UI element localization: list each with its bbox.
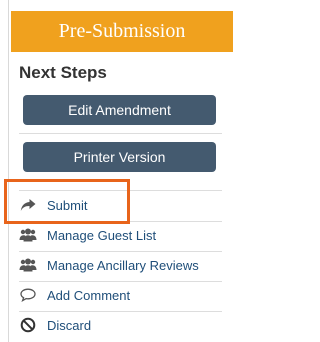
divider xyxy=(19,311,222,312)
divider xyxy=(19,281,222,282)
manage-guest-list-action[interactable]: Manage Guest List xyxy=(19,223,222,247)
discard-action[interactable]: Discard xyxy=(19,313,222,337)
divider xyxy=(19,251,222,252)
edit-amendment-button[interactable]: Edit Amendment xyxy=(23,95,216,125)
manage-ancillary-reviews-action[interactable]: Manage Ancillary Reviews xyxy=(19,253,222,277)
users-icon xyxy=(19,227,37,243)
divider xyxy=(19,133,222,134)
sidebar-border xyxy=(8,0,9,342)
add-comment-label: Add Comment xyxy=(47,287,131,303)
state-title: Pre-Submission xyxy=(58,20,186,42)
state-header: Pre-Submission xyxy=(11,11,233,52)
manage-guest-list-label: Manage Guest List xyxy=(47,227,157,243)
next-steps-title: Next Steps xyxy=(19,63,107,82)
no-entry-icon xyxy=(19,317,37,333)
comment-icon xyxy=(19,287,37,303)
manage-ancillary-reviews-label: Manage Ancillary Reviews xyxy=(47,257,199,273)
users-icon xyxy=(19,257,37,273)
printer-version-button[interactable]: Printer Version xyxy=(23,142,216,172)
submit-highlight-box xyxy=(4,179,130,224)
add-comment-action[interactable]: Add Comment xyxy=(19,283,222,307)
discard-label: Discard xyxy=(47,317,92,333)
printer-version-label: Printer Version xyxy=(73,149,166,165)
edit-amendment-label: Edit Amendment xyxy=(68,102,171,118)
